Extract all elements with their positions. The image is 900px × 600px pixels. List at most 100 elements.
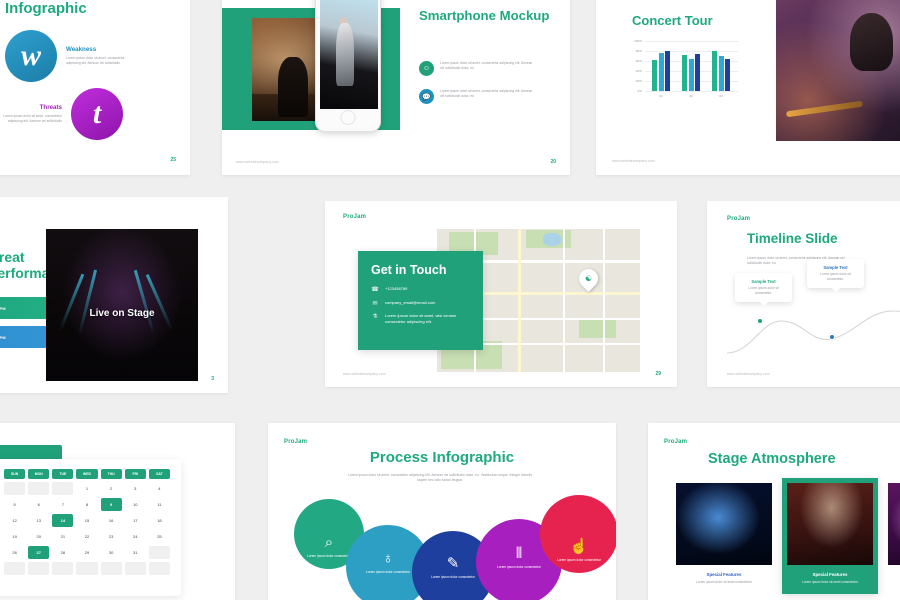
slide-timeline[interactable]: ProJam Timeline Slide Lorem ipsum dolor … [707, 201, 900, 387]
calendar-day[interactable]: 29 [76, 546, 97, 559]
slide-stage-atmosphere[interactable]: ProJam Stage Atmosphere Special Features… [648, 423, 900, 600]
calendar-day[interactable]: 3 [125, 482, 146, 495]
calendar-day[interactable]: 14 [52, 514, 74, 527]
calendar-day[interactable]: 11 [149, 498, 170, 511]
brand-label: ProJam [664, 439, 688, 445]
feature-item: ☺ Lorem ipsum dolor sit amet, consectetu… [419, 61, 536, 76]
slide-swot-infographic[interactable]: Infographic w Weakness Lorem ipsum dolor… [0, 0, 190, 175]
calendar-day[interactable]: 15 [76, 514, 97, 527]
feature-card[interactable]: Special Features Lorem ipsum dolor sit a… [676, 483, 772, 585]
calendar-day[interactable]: 23 [101, 530, 122, 543]
card-heading: Special Features [812, 572, 848, 577]
calendar-day[interactable]: 19 [4, 530, 25, 543]
pencil-icon: ✎ [446, 555, 460, 573]
slide-concert-tour[interactable]: Concert Tour 100% 80% 60% 40% 20% 0% 01 02 03 ww… [596, 0, 900, 175]
calendar-day[interactable]: 24 [125, 530, 146, 543]
calendar-day[interactable]: 1 [76, 482, 97, 495]
phone-screen [320, 0, 378, 109]
brand-label: ProJam [284, 439, 308, 445]
process-description: Lorem ipsum dolor sit amet, consectetur … [348, 473, 532, 483]
process-step[interactable]: ☝ Lorem ipsum dolor consectetur [540, 495, 616, 573]
calendar-day[interactable]: 9 [100, 498, 122, 511]
timeline-dot[interactable] [829, 334, 835, 340]
chart-bar[interactable] [688, 59, 694, 91]
calendar-day[interactable]: 21 [52, 530, 73, 543]
contact-value: company_email@email.com [385, 299, 436, 305]
page-number: 3 [211, 376, 214, 382]
concert-tour-bar-chart: 100% 80% 60% 40% 20% 0% 01 02 03 [626, 39, 738, 103]
calendar-weekday: THU [100, 469, 122, 479]
calendar-weekday: FRI [124, 469, 146, 479]
calendar-grid[interactable]: SUNMONTUEWEDTHUFRISAT...1234567891011121… [4, 469, 170, 575]
timeline-dot[interactable] [757, 318, 763, 324]
feature-card[interactable]: Special Features Lorem ipsum dolor sit a… [888, 483, 900, 585]
slide-calendar[interactable]: 21 SUNMONTUEWEDTHUFRISAT...1234567891011… [0, 423, 235, 600]
chart-bar[interactable] [695, 54, 701, 91]
chart-bar[interactable] [711, 51, 717, 91]
map-pin-icon[interactable]: ☯ [575, 265, 602, 292]
calendar-day[interactable]: 17 [125, 514, 146, 527]
footer-url: www.websitecompany.com [343, 372, 386, 376]
slide-great-performance[interactable]: Great Performance 00 PM ⚲ Euforia Street… [0, 197, 228, 393]
process-step-text: Lorem ipsum dolor consectetur [366, 569, 410, 574]
callout-body: Lorem ipsum dolor sit consectetur. [820, 272, 851, 281]
calendar-day[interactable]: 26 [4, 546, 25, 559]
card-body: Lorem ipsum dolor sit amet consectetur [888, 580, 900, 585]
card-body: Lorem ipsum dolor sit amet consectetur [696, 580, 752, 584]
calendar-day[interactable]: 12 [4, 514, 25, 527]
page-title: Infographic [5, 0, 87, 17]
chart-bar[interactable] [665, 50, 671, 91]
bulb-icon: ♁ [382, 549, 394, 567]
calendar-weekday: WED [76, 469, 98, 479]
feature-card-highlighted[interactable]: Special Features Lorem ipsum dolor sit a… [782, 478, 878, 594]
stage-photo: Live on Stage [46, 229, 198, 381]
chart-bar-group: 03 [711, 41, 731, 98]
chart-bar[interactable] [651, 60, 657, 91]
chart-bar[interactable] [718, 56, 724, 91]
calendar-day[interactable]: 20 [28, 530, 49, 543]
chat-icon: 💬 [419, 89, 434, 104]
slide-process-infographic[interactable]: ProJam Process Infographic Lorem ipsum d… [268, 423, 616, 600]
calendar-day[interactable]: 31 [125, 546, 146, 559]
process-step-text: Lorem ipsum dolor consectetur [431, 575, 475, 580]
calendar-day[interactable]: 10 [125, 498, 146, 511]
calendar-day[interactable]: 16 [101, 514, 122, 527]
swot-body: Lorem ipsum dolor sit amet, consectetur … [3, 113, 62, 123]
calendar-blank: . [148, 546, 170, 559]
calendar-day[interactable]: 30 [101, 546, 122, 559]
calendar-day[interactable]: 22 [76, 530, 97, 543]
chart-bar[interactable] [658, 52, 664, 91]
home-button-icon[interactable] [340, 110, 356, 125]
slide-get-in-touch[interactable]: ProJam ☯ Get in Touch ☎ +123456789 ✉ com… [325, 201, 677, 387]
callout-heading: Sample Text [751, 279, 776, 284]
slide-smartphone-mockup[interactable]: Smartphone Mockup ☺ Lorem ipsum dolor si… [222, 0, 570, 175]
chart-x-tick: 01 [659, 94, 663, 98]
sliders-icon: ⫴ [515, 544, 523, 562]
chart-y-tick: 0% [637, 89, 642, 93]
calendar-day[interactable]: 13 [28, 514, 49, 527]
chart-y-tick: 20% [635, 79, 642, 83]
calendar-day[interactable]: 8 [76, 498, 97, 511]
calendar-blank: . [4, 482, 26, 495]
page-title: Stage Atmosphere [708, 451, 836, 467]
chart-bar[interactable] [725, 59, 731, 91]
calendar-day[interactable]: 5 [4, 498, 25, 511]
calendar-day[interactable]: 25 [149, 530, 170, 543]
process-steps: ⌕ Lorem ipsum dolor consectetur ♁ Lorem ips… [290, 495, 616, 600]
phone-icon: ☎ [371, 287, 379, 293]
calendar-day[interactable]: 4 [149, 482, 170, 495]
calendar-day[interactable]: 6 [28, 498, 49, 511]
calendar-day[interactable]: 2 [101, 482, 122, 495]
chart-x-tick: 02 [689, 94, 693, 98]
calendar-day[interactable]: 27 [28, 546, 50, 559]
calendar-day[interactable]: 7 [52, 498, 73, 511]
stage-caption: Live on Stage [89, 308, 155, 320]
slide-gallery: Infographic w Weakness Lorem ipsum dolor… [0, 0, 900, 600]
user-icon: ☺ [419, 61, 434, 76]
feature-text: Lorem ipsum dolor sit amet, consectetur … [440, 89, 533, 99]
stage-photo [888, 483, 900, 565]
calendar-blank: . [4, 562, 26, 575]
calendar-day[interactable]: 28 [52, 546, 73, 559]
chart-bar[interactable] [681, 54, 687, 91]
calendar-day[interactable]: 18 [149, 514, 170, 527]
